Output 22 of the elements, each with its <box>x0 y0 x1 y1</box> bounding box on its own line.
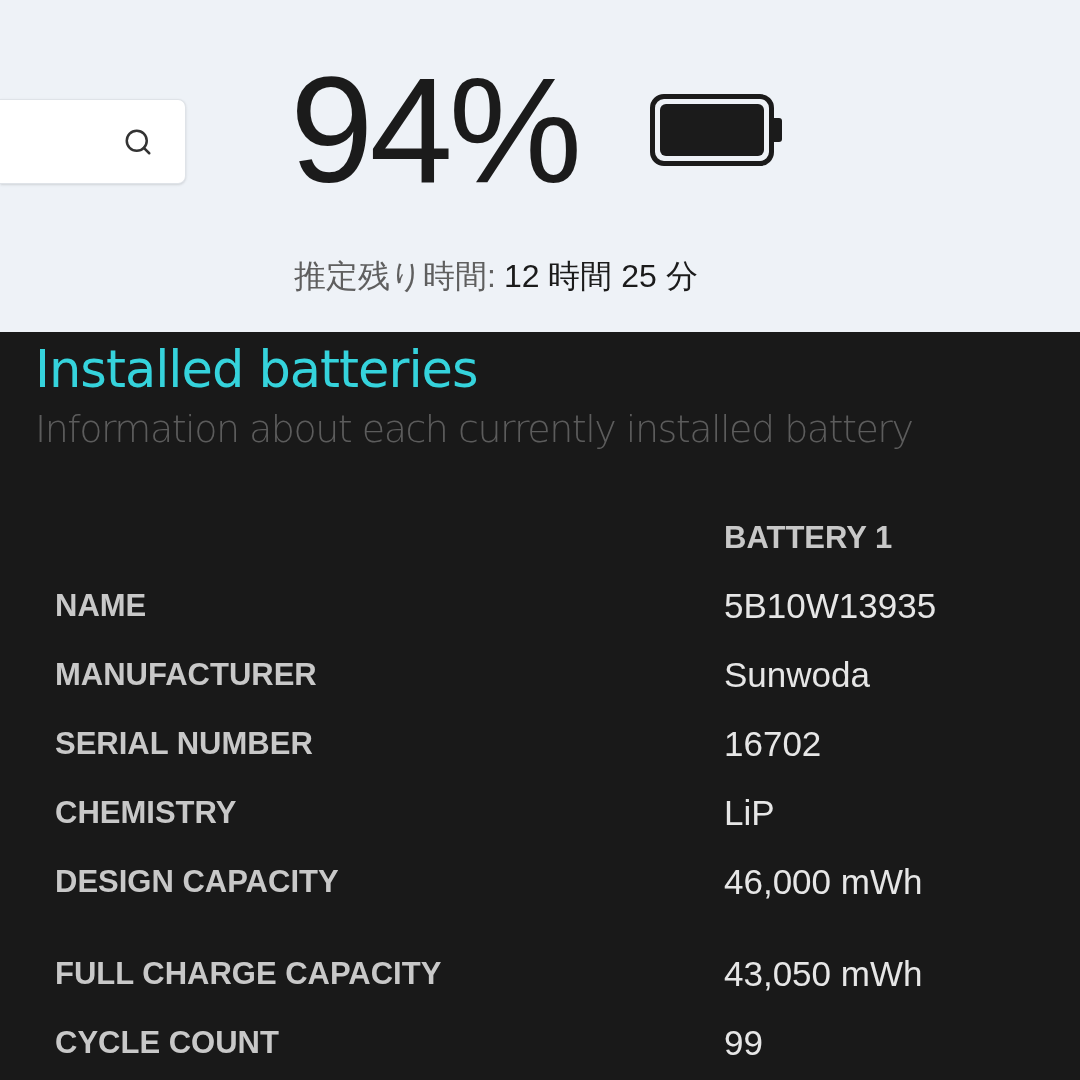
property-label: SERIAL NUMBER <box>55 724 314 763</box>
column-header: BATTERY 1 <box>724 520 893 555</box>
property-label: NAME <box>55 586 148 625</box>
section-title: Installed batteries <box>35 340 478 400</box>
search-field[interactable] <box>0 99 186 184</box>
property-value: 43,050 mWh <box>724 952 923 995</box>
property-value: 99 <box>724 1021 763 1064</box>
property-label: FULL CHARGE CAPACITY <box>55 954 443 993</box>
estimate-value: 12 時間 25 分 <box>503 257 698 296</box>
property-value: 46,000 mWh <box>724 860 923 903</box>
property-value: LiP <box>724 791 775 834</box>
battery-icon <box>650 94 783 166</box>
property-value: 16702 <box>724 722 822 765</box>
property-label: DESIGN CAPACITY <box>55 862 340 901</box>
property-value: Sunwoda <box>724 653 870 696</box>
property-label: CYCLE COUNT <box>55 1023 280 1062</box>
property-value: 5B10W13935 <box>724 584 937 627</box>
section-subtitle: Information about each currently installed battery <box>35 406 913 453</box>
property-label: MANUFACTURER <box>55 655 318 694</box>
estimate-label: 推定残り時間: <box>294 257 496 296</box>
battery-percentage: 94% <box>290 50 579 210</box>
property-label: CHEMISTRY <box>55 793 238 832</box>
